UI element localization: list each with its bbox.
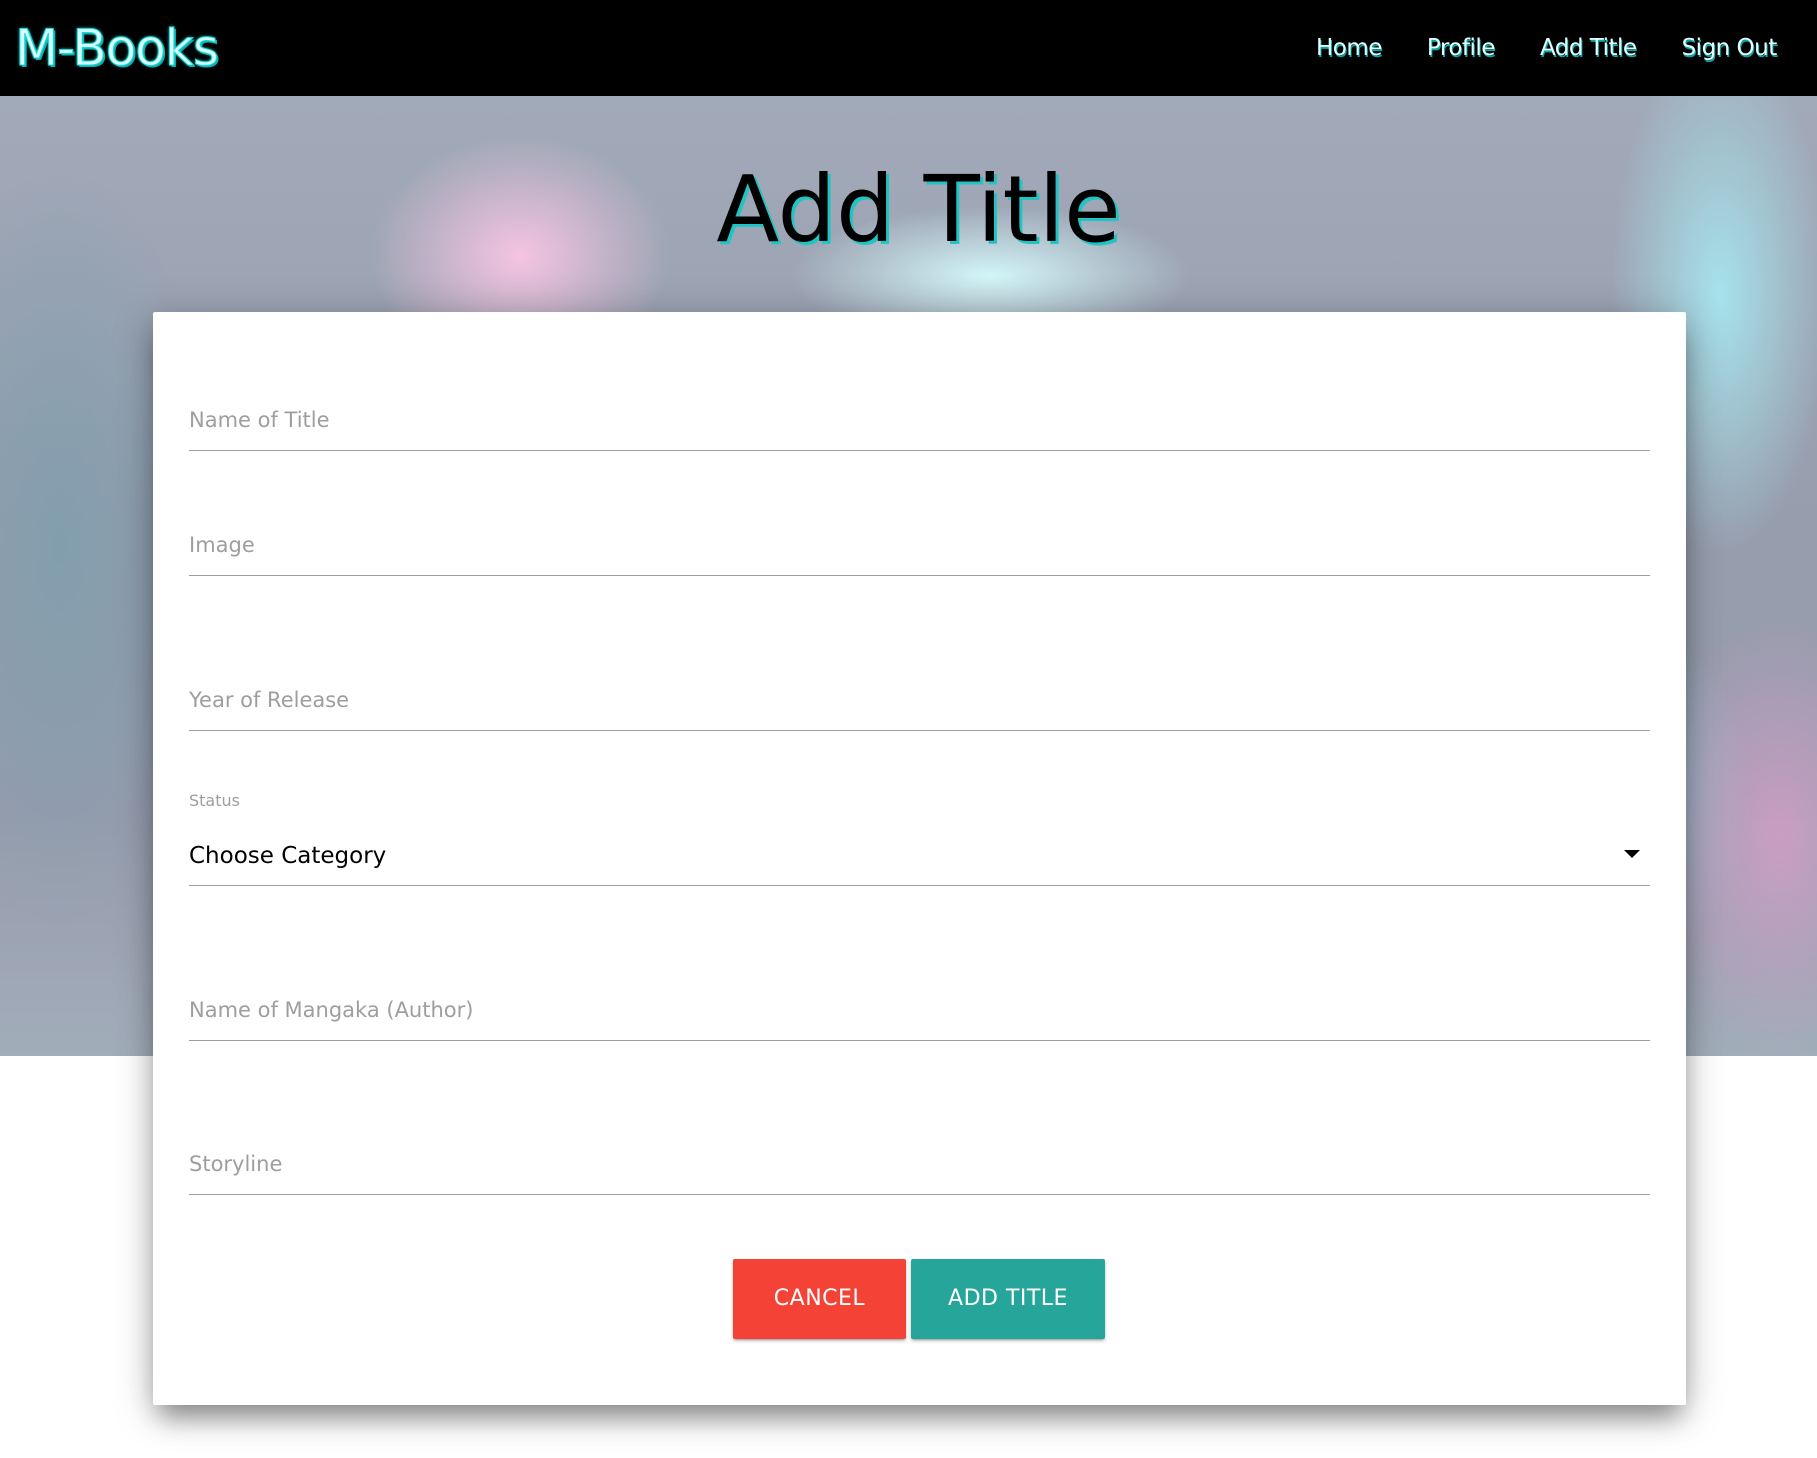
name-of-title-field[interactable]: Name of Title: [189, 370, 1650, 451]
add-title-button[interactable]: ADD TITLE: [911, 1259, 1105, 1339]
navbar: M-Books Home Profile Add Title Sign Out: [0, 0, 1817, 96]
image-field[interactable]: Image: [189, 495, 1650, 576]
nav-links: Home Profile Add Title Sign Out: [1316, 32, 1817, 64]
nav-link-profile[interactable]: Profile: [1427, 32, 1496, 64]
nav-link-home[interactable]: Home: [1316, 32, 1382, 64]
status-selected-value: Choose Category: [189, 843, 387, 869]
year-of-release-field[interactable]: Year of Release: [189, 650, 1650, 731]
mangaka-author-placeholder: Name of Mangaka (Author): [189, 998, 474, 1022]
image-placeholder: Image: [189, 533, 255, 557]
chevron-down-icon[interactable]: [1624, 850, 1640, 858]
nav-link-add-title[interactable]: Add Title: [1540, 32, 1637, 64]
page-title: Add Title: [716, 156, 1121, 263]
nav-link-sign-out[interactable]: Sign Out: [1682, 32, 1778, 64]
brand-logo[interactable]: M-Books: [15, 18, 220, 78]
storyline-field[interactable]: Storyline: [189, 1114, 1650, 1195]
add-title-form-card: Name of Title Image Year of Release Stat…: [153, 312, 1686, 1405]
status-label: Status: [189, 791, 240, 810]
mangaka-author-field[interactable]: Name of Mangaka (Author): [189, 960, 1650, 1041]
year-of-release-placeholder: Year of Release: [189, 688, 350, 712]
status-select[interactable]: Choose Category: [189, 812, 1650, 886]
storyline-placeholder: Storyline: [189, 1152, 283, 1176]
name-of-title-placeholder: Name of Title: [189, 408, 330, 432]
cancel-button[interactable]: CANCEL: [733, 1259, 906, 1339]
